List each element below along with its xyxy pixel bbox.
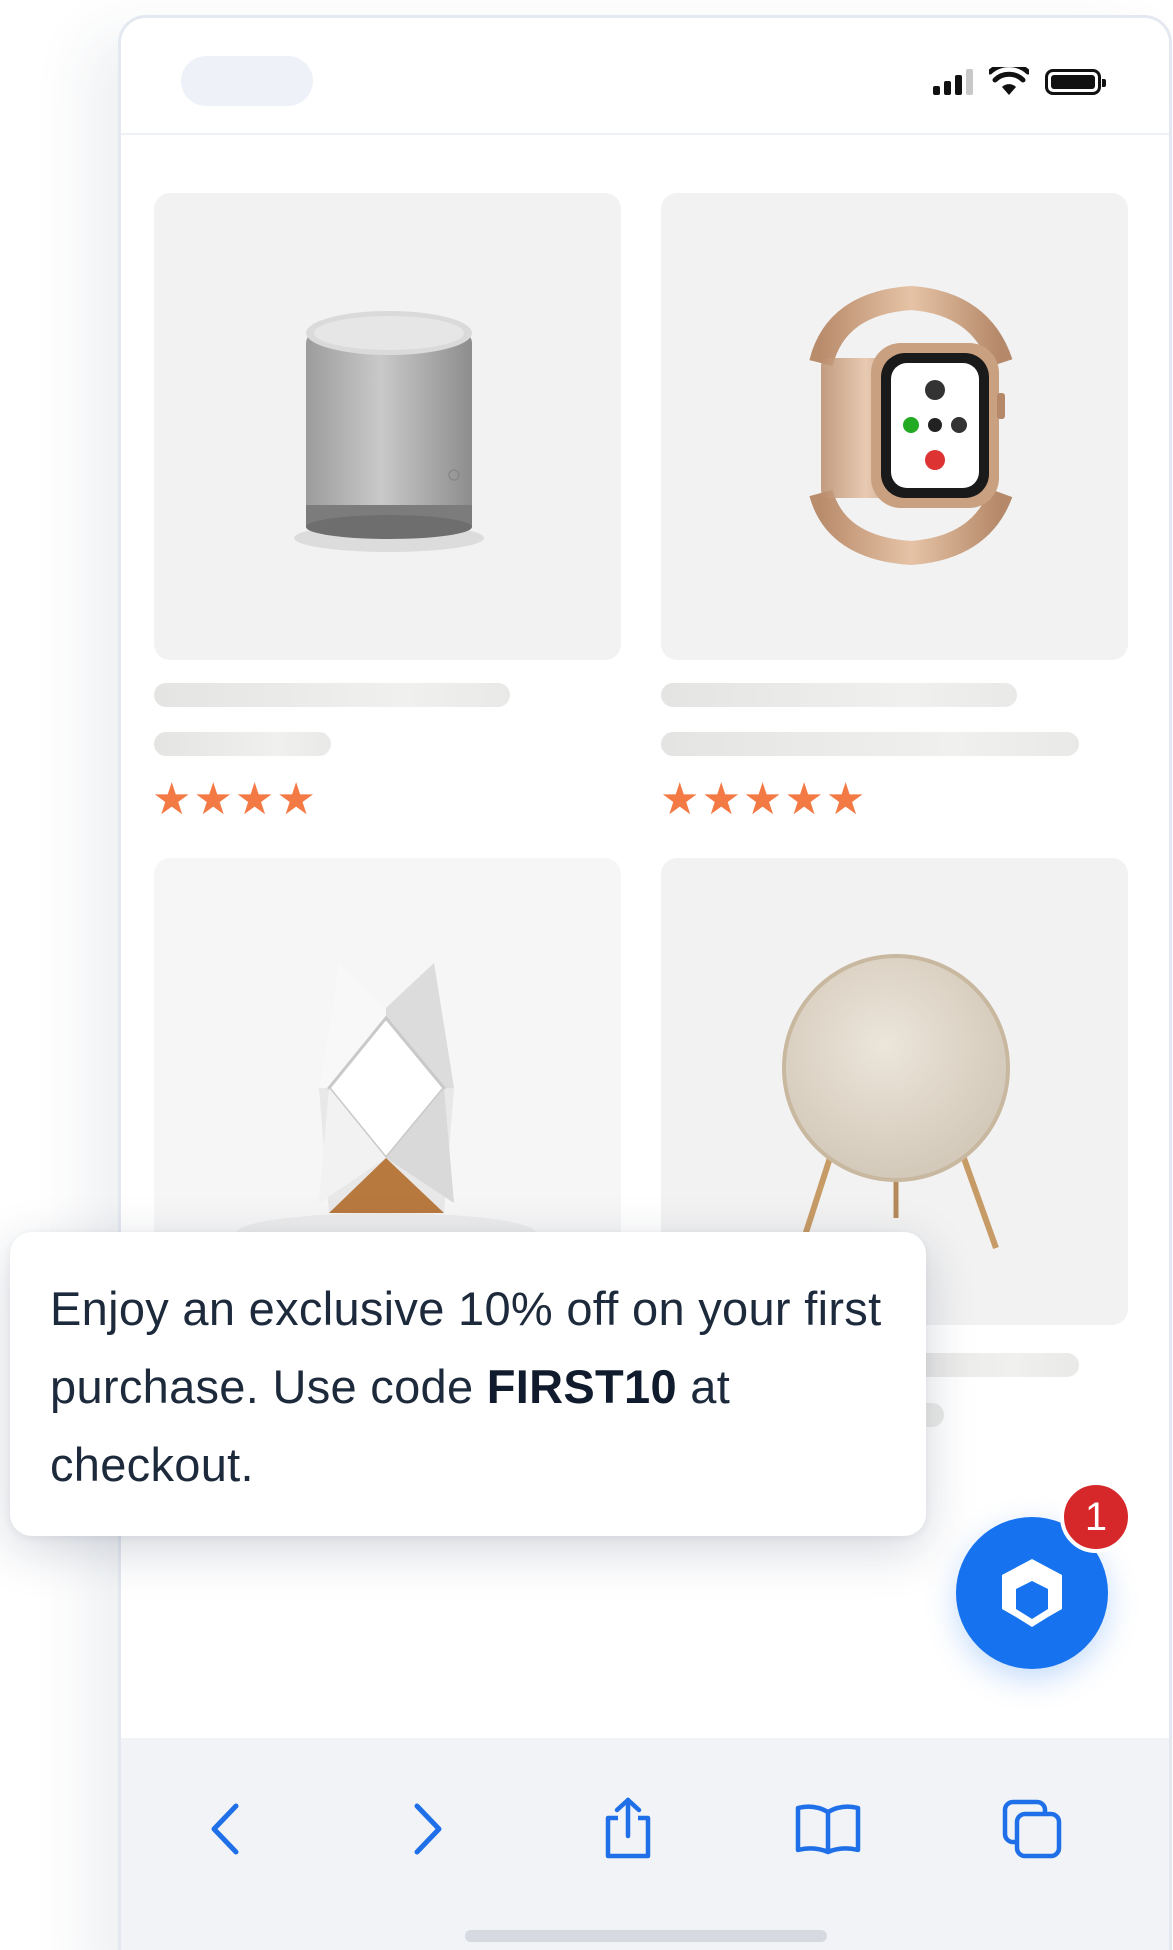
- product-title-placeholder: [154, 683, 510, 707]
- star-icon: ★: [784, 775, 824, 824]
- bookmarks-icon: [795, 1804, 861, 1855]
- forward-chevron-icon: [414, 1803, 442, 1855]
- share-icon: [605, 1797, 651, 1859]
- star-icon: ★: [825, 775, 866, 824]
- rating-stars: ★ ★ ★ ★: [152, 778, 316, 822]
- product-image-watch[interactable]: [661, 193, 1128, 660]
- dynamic-island-pill: [181, 56, 313, 106]
- star-icon: ★: [152, 775, 192, 824]
- promo-text: Enjoy an exclusive 10% off on your first…: [50, 1282, 882, 1413]
- rating-stars: ★ ★ ★ ★ ★: [660, 778, 865, 822]
- promo-popup[interactable]: Enjoy an exclusive 10% off on your first…: [10, 1232, 926, 1536]
- star-icon: ★: [742, 775, 783, 824]
- star-icon: ★: [660, 775, 700, 824]
- battery-icon: [1045, 69, 1106, 95]
- bookmarks-button[interactable]: [793, 1794, 863, 1864]
- box-icon: [1002, 1559, 1062, 1627]
- watch-image: [809, 285, 1013, 566]
- status-bar: [121, 18, 1169, 135]
- star-icon: ★: [276, 775, 316, 824]
- back-chevron-icon: [211, 1803, 239, 1855]
- star-icon: ★: [234, 775, 275, 824]
- star-icon: ★: [701, 775, 741, 824]
- status-icons: [933, 62, 1106, 102]
- tabs-button[interactable]: [997, 1794, 1067, 1864]
- notification-badge: 1: [1060, 1481, 1132, 1553]
- product-image-speaker[interactable]: [154, 193, 621, 660]
- product-title-placeholder: [661, 683, 1017, 707]
- speaker-image: [294, 311, 484, 552]
- product-price-placeholder: [154, 732, 331, 756]
- share-button[interactable]: [593, 1794, 663, 1864]
- wifi-icon: [989, 67, 1029, 95]
- promo-code: FIRST10: [486, 1360, 677, 1413]
- product-price-placeholder: [661, 732, 1079, 756]
- promo-message: Enjoy an exclusive 10% off on your first…: [50, 1270, 886, 1504]
- browser-toolbar: [121, 1738, 1169, 1950]
- back-button[interactable]: [191, 1794, 261, 1864]
- home-indicator: [465, 1930, 827, 1942]
- tabs-icon: [1002, 1799, 1062, 1859]
- star-icon: ★: [193, 775, 233, 824]
- forward-button[interactable]: [392, 1794, 462, 1864]
- signal-icon: [933, 69, 973, 95]
- app-stage: ★ ★ ★ ★ ★ ★ ★ ★ ★ Enjoy an exclusive 10%…: [0, 0, 1173, 1950]
